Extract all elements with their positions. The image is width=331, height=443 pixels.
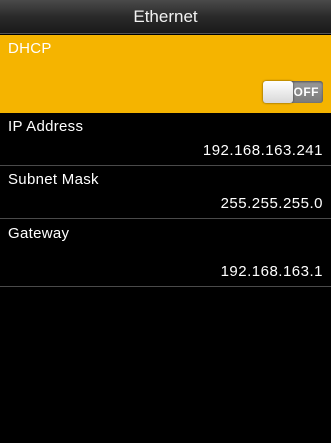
ip-address-value: 192.168.163.241	[202, 142, 323, 159]
gateway-value: 192.168.163.1	[220, 263, 323, 280]
title-bar: Ethernet	[0, 0, 331, 34]
dhcp-toggle[interactable]: OFF	[263, 81, 323, 103]
dhcp-row[interactable]: DHCP OFF	[0, 35, 331, 113]
gateway-row[interactable]: Gateway 192.168.163.1	[0, 219, 331, 287]
gateway-label: Gateway	[8, 225, 70, 242]
page-title: Ethernet	[133, 6, 198, 26]
toggle-knob	[263, 81, 293, 103]
toggle-state-text: OFF	[293, 85, 319, 99]
subnet-mask-label: Subnet Mask	[8, 171, 99, 188]
subnet-mask-row[interactable]: Subnet Mask 255.255.255.0	[0, 166, 331, 219]
dhcp-label: DHCP	[8, 40, 52, 57]
subnet-mask-value: 255.255.255.0	[220, 195, 323, 212]
ip-address-row[interactable]: IP Address 192.168.163.241	[0, 113, 331, 166]
ip-address-label: IP Address	[8, 118, 84, 135]
